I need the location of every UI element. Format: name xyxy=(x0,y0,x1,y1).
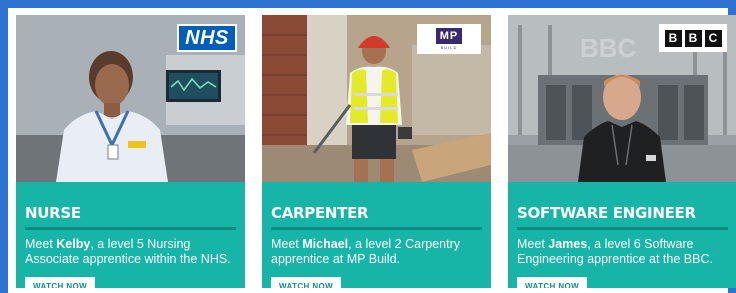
software-engineer-photo[interactable]: BBC B B C xyxy=(508,15,736,182)
card-software-engineer[interactable]: BBC B B C SOFTWARE ENGINEER Meet James, … xyxy=(508,15,736,288)
watch-now-button[interactable]: WATCH NOW xyxy=(271,277,342,288)
card-description: Meet James, a level 6 Software Engineeri… xyxy=(517,237,733,267)
watch-now-button[interactable]: WATCH NOW xyxy=(517,277,588,288)
carpenter-photo[interactable]: MP BUILD xyxy=(262,15,491,182)
bbc-logo-letter: C xyxy=(704,29,722,47)
card-title: CARPENTER xyxy=(271,204,369,222)
apprentice-name: Kelby xyxy=(56,237,91,251)
mp-build-logo: MP BUILD xyxy=(417,24,481,54)
desc-prefix: Meet xyxy=(517,237,549,251)
title-divider xyxy=(271,227,482,230)
desc-prefix: Meet xyxy=(271,237,303,251)
nhs-logo-text: NHS xyxy=(179,26,235,50)
desc-prefix: Meet xyxy=(25,237,57,251)
card-title: SOFTWARE ENGINEER xyxy=(517,204,696,222)
title-divider xyxy=(25,227,236,230)
apprentice-name: Michael xyxy=(302,237,349,251)
bbc-logo-letter: B xyxy=(684,29,702,47)
card-title: NURSE xyxy=(25,204,81,222)
mp-logo-subtext: BUILD xyxy=(440,45,458,50)
apprentice-name: James xyxy=(548,237,588,251)
svg-text:BBC: BBC xyxy=(580,33,637,63)
bbc-logo: B B C xyxy=(659,24,727,52)
card-nurse[interactable]: NHS NURSE Meet Kelby, a level 5 Nursing … xyxy=(16,15,245,288)
card-description: Meet Kelby, a level 5 Nursing Associate … xyxy=(25,237,241,267)
bbc-logo-letter: B xyxy=(664,29,682,47)
card-description: Meet Michael, a level 2 Carpentry appren… xyxy=(271,237,487,267)
nurse-photo[interactable]: NHS xyxy=(16,15,245,182)
card-carpenter[interactable]: MP BUILD CARPENTER Meet Michael, a level… xyxy=(262,15,491,288)
title-divider xyxy=(517,227,728,230)
mp-logo-text: MP xyxy=(436,28,462,44)
watch-now-button[interactable]: WATCH NOW xyxy=(25,277,96,288)
nhs-logo: NHS xyxy=(177,24,237,52)
